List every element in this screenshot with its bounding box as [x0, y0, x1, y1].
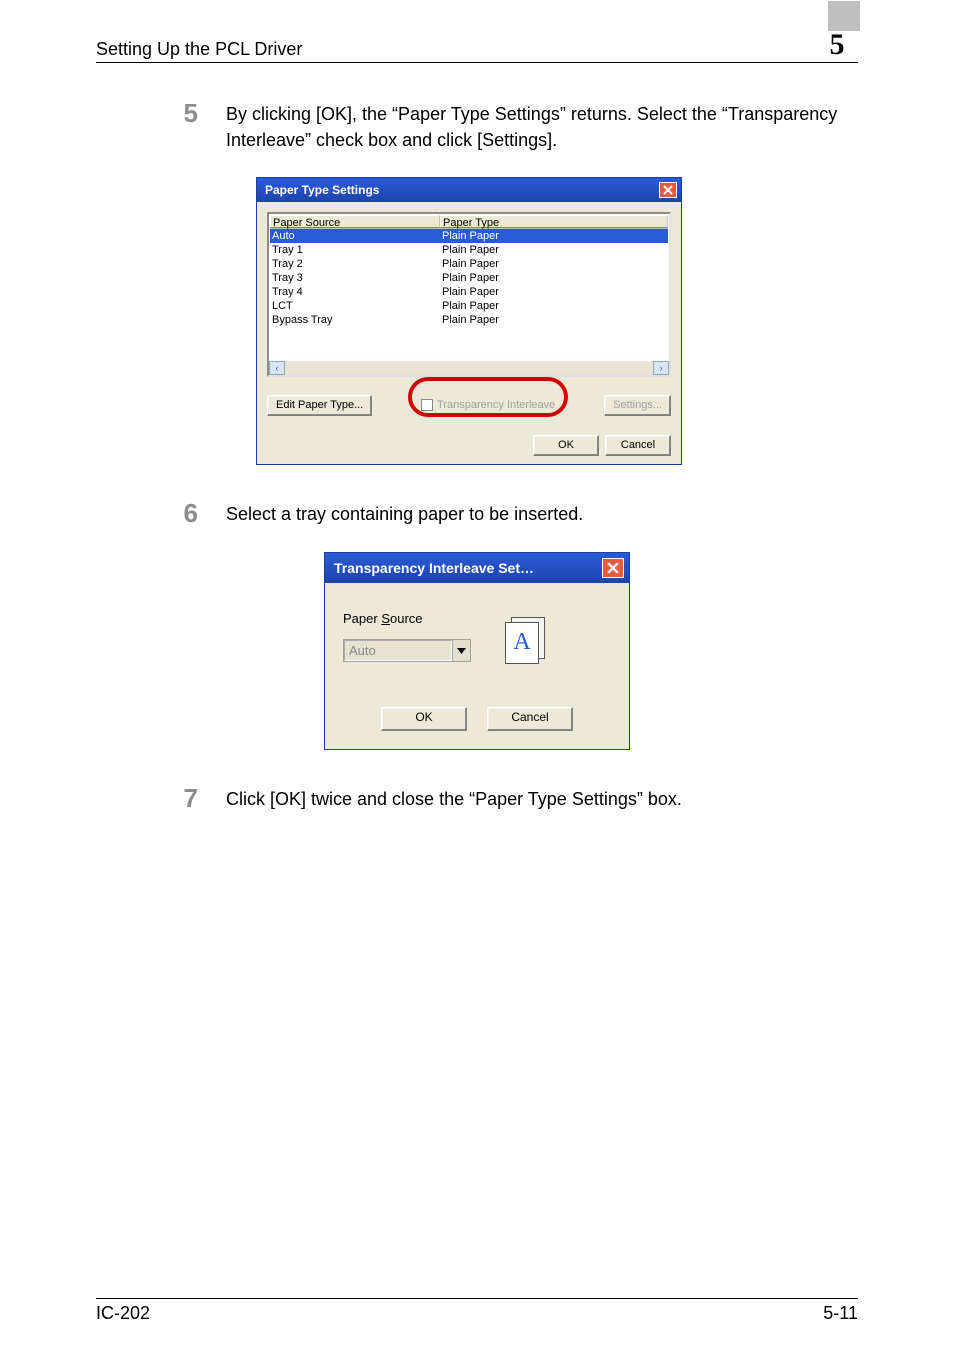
paper-source-list[interactable]: Paper Source Paper Type Auto Plain Paper… [267, 212, 671, 377]
step-6: 6 Select a tray containing paper to be i… [96, 499, 858, 528]
step-text: Click [OK] twice and close the “Paper Ty… [226, 784, 858, 813]
list-row[interactable]: LCT Plain Paper [270, 299, 668, 313]
step-text: By clicking [OK], the “Paper Type Settin… [226, 99, 858, 153]
dialog-title: Transparency Interleave Set… [334, 560, 534, 576]
list-row-auto[interactable]: Auto Plain Paper [270, 229, 668, 243]
combobox-value: Auto [344, 640, 452, 661]
chevron-down-icon[interactable] [452, 640, 470, 661]
dialog-titlebar: Paper Type Settings [257, 178, 681, 202]
step-7: 7 Click [OK] twice and close the “Paper … [96, 784, 858, 813]
transparency-interleave-checkbox[interactable]: Transparency Interleave [421, 399, 555, 411]
paper-source-label: Paper Source [343, 611, 611, 626]
page-footer: IC-202 5-11 [96, 1298, 858, 1324]
cancel-button[interactable]: Cancel [605, 435, 671, 456]
close-icon[interactable] [602, 558, 624, 578]
paper-preview-icon: A [505, 617, 549, 661]
chapter-number: 5 [816, 30, 858, 60]
close-icon[interactable] [659, 182, 677, 198]
step-text: Select a tray containing paper to be ins… [226, 499, 858, 528]
list-row[interactable]: Bypass Tray Plain Paper [270, 313, 668, 327]
scroll-left-icon[interactable]: ‹ [269, 361, 285, 375]
paper-source-combobox[interactable]: Auto [343, 639, 471, 662]
dialog-titlebar: Transparency Interleave Set… [325, 553, 629, 583]
ok-button[interactable]: OK [381, 707, 467, 731]
transparency-interleave-settings-dialog: Transparency Interleave Set… Paper Sourc… [324, 552, 630, 750]
header-title: Setting Up the PCL Driver [96, 39, 302, 60]
paper-type-settings-dialog: Paper Type Settings Paper Source Paper T… [256, 177, 682, 465]
red-highlight-ring [408, 377, 568, 417]
checkbox-box [421, 399, 433, 411]
list-row[interactable]: Tray 4 Plain Paper [270, 285, 668, 299]
horizontal-scrollbar[interactable]: ‹ › [269, 361, 669, 375]
ok-button[interactable]: OK [533, 435, 599, 456]
dialog-title: Paper Type Settings [265, 183, 379, 197]
step-5: 5 By clicking [OK], the “Paper Type Sett… [96, 99, 858, 153]
footer-left: IC-202 [96, 1303, 150, 1324]
settings-button[interactable]: Settings... [604, 395, 671, 416]
checkbox-label: Transparency Interleave [437, 399, 555, 411]
edit-paper-type-button[interactable]: Edit Paper Type... [267, 395, 372, 416]
list-row[interactable]: Tray 1 Plain Paper [270, 243, 668, 257]
column-header-type: Paper Type [440, 215, 668, 228]
step-number: 7 [96, 784, 226, 813]
step-number: 5 [96, 99, 226, 153]
list-header: Paper Source Paper Type [270, 215, 668, 229]
page-header: Setting Up the PCL Driver 5 [96, 30, 858, 63]
step-number: 6 [96, 499, 226, 528]
column-header-source: Paper Source [270, 215, 440, 228]
footer-right: 5-11 [823, 1303, 858, 1324]
cancel-button[interactable]: Cancel [487, 707, 573, 731]
list-row[interactable]: Tray 2 Plain Paper [270, 257, 668, 271]
list-row[interactable]: Tray 3 Plain Paper [270, 271, 668, 285]
scroll-right-icon[interactable]: › [653, 361, 669, 375]
